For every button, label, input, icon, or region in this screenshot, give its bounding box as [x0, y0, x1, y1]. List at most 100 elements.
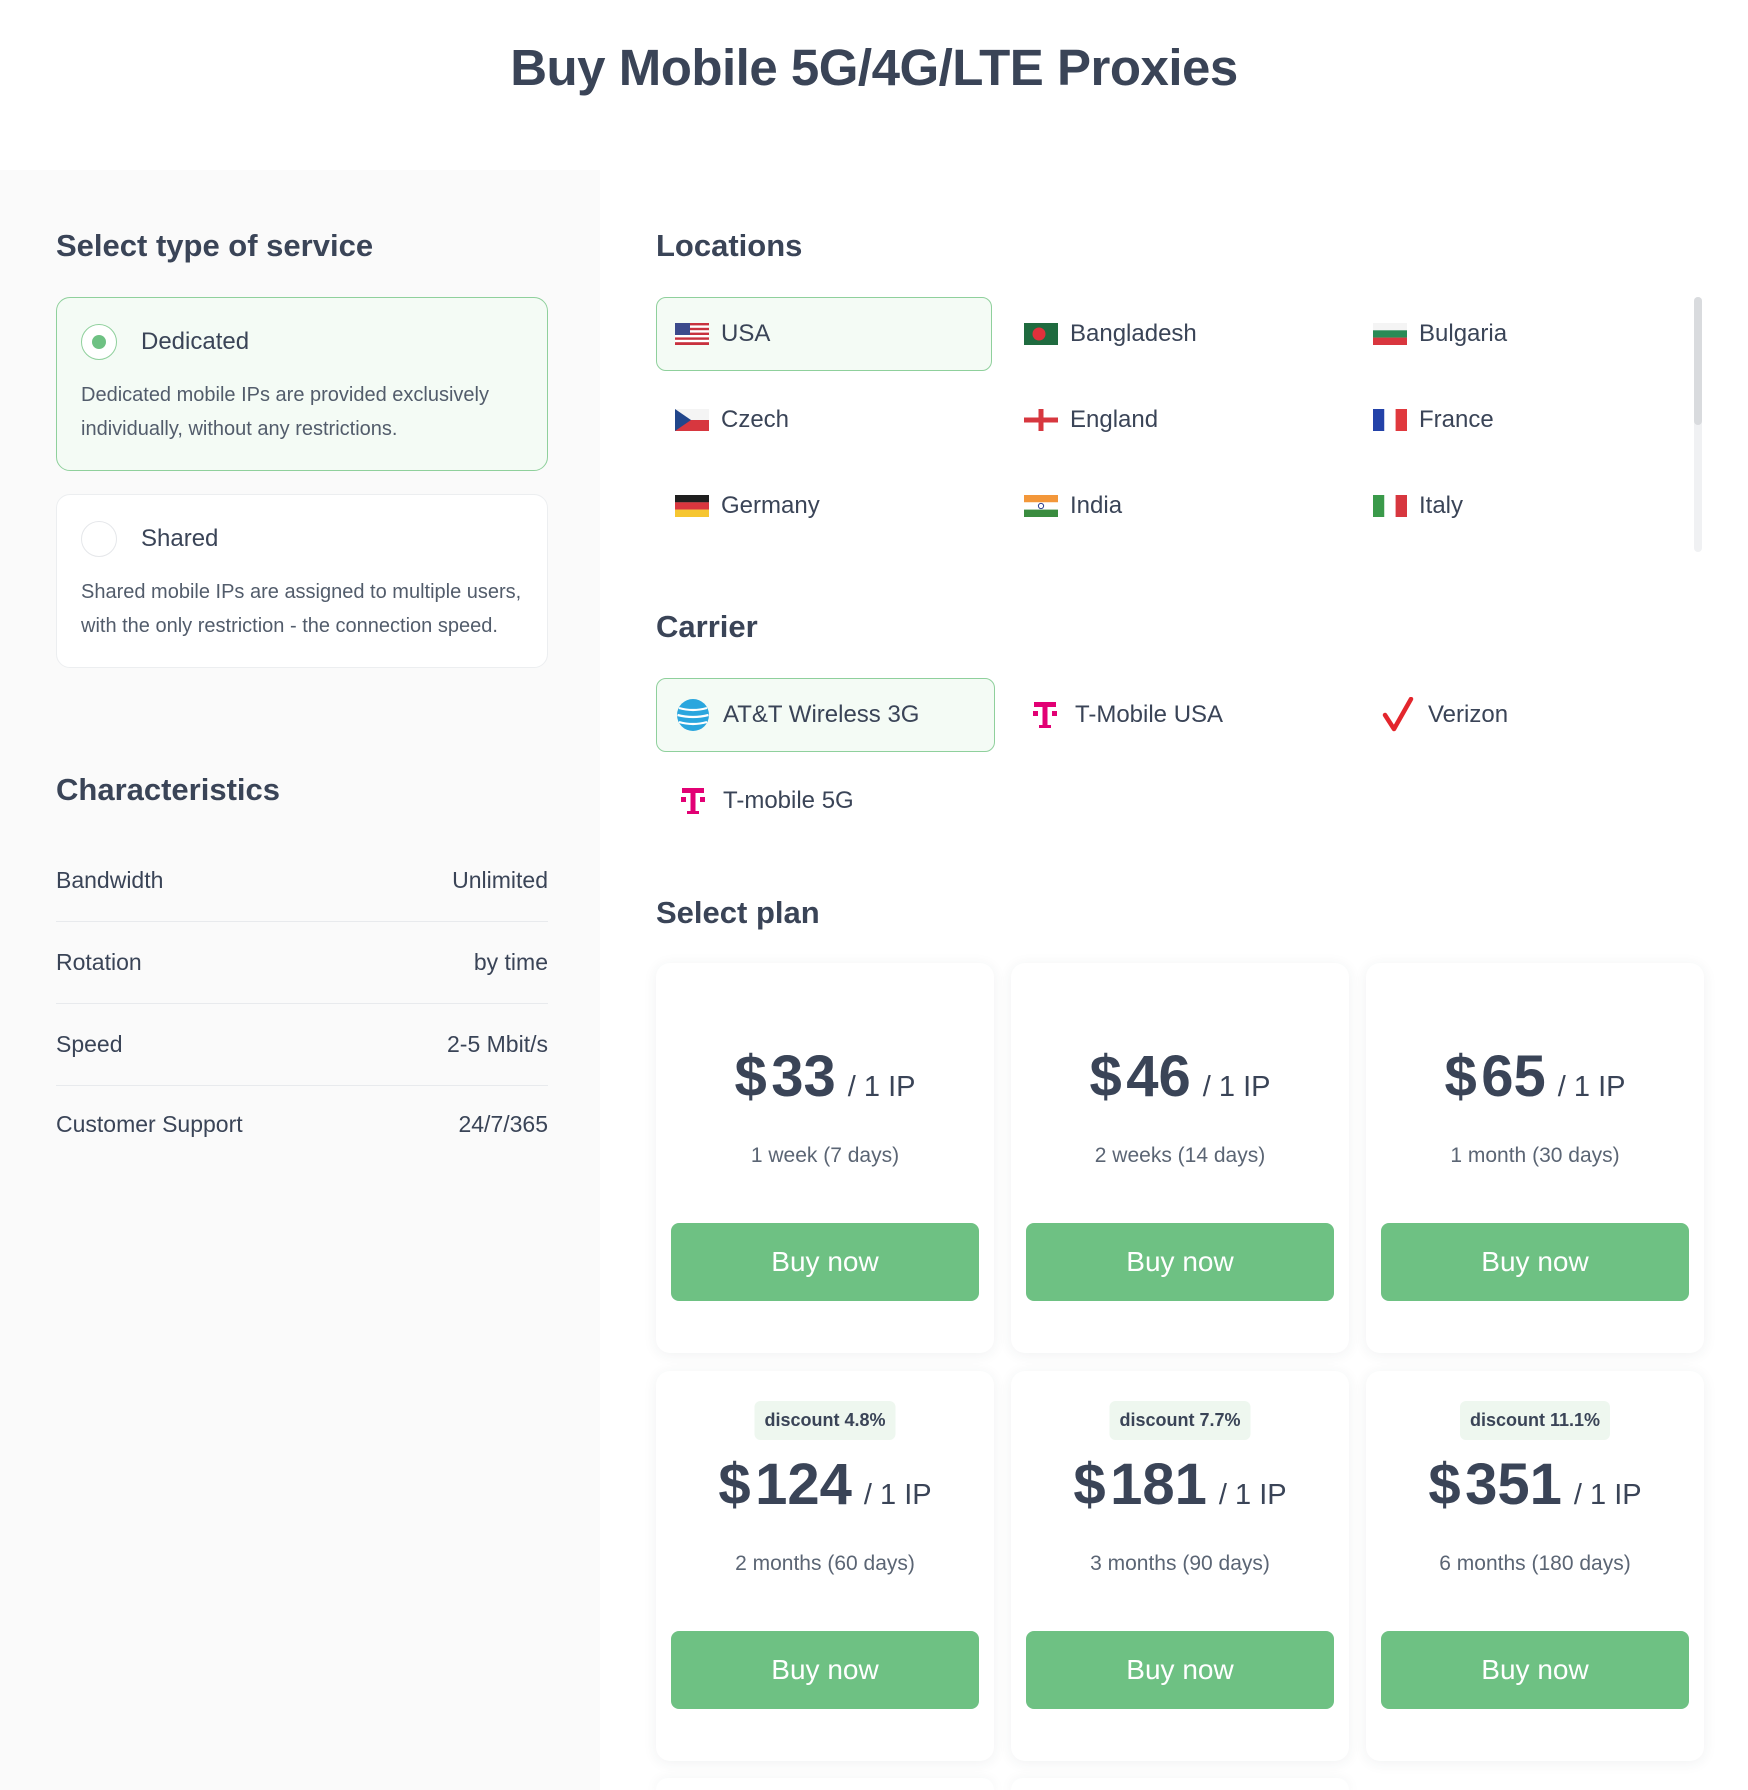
carrier-option-att[interactable]: AT&T Wireless 3G	[656, 678, 995, 752]
location-option-italy[interactable]: Italy	[1354, 469, 1674, 543]
price-amount: 181	[1110, 1452, 1207, 1517]
us-flag-icon	[675, 323, 709, 345]
price-currency: $	[1073, 1452, 1106, 1517]
location-option-india[interactable]: India	[1005, 469, 1341, 543]
plan-card-2-weeks: $ 46 / 1 IP 2 weeks (14 days) Buy now	[1011, 963, 1349, 1353]
service-section-title: Select type of service	[56, 228, 374, 263]
price-currency: $	[1444, 1044, 1477, 1109]
price-currency: $	[1428, 1452, 1461, 1517]
buy-now-button[interactable]: Buy now	[671, 1631, 979, 1709]
page-title: Buy Mobile 5G/4G/LTE Proxies	[510, 39, 1238, 96]
radio-unselected-icon[interactable]	[81, 521, 117, 557]
characteristic-label: Rotation	[56, 949, 142, 975]
england-flag-icon	[1024, 409, 1058, 431]
price-amount: 65	[1481, 1044, 1546, 1109]
carrier-option-tmobile-5g[interactable]: T-mobile 5G	[656, 764, 995, 838]
service-option-description: Shared mobile IPs are assigned to multip…	[81, 581, 522, 637]
germany-flag-icon	[675, 495, 709, 517]
plan-card-partial	[1011, 1778, 1349, 1790]
location-option-bulgaria[interactable]: Bulgaria	[1354, 297, 1674, 371]
t-mobile-icon	[1027, 697, 1063, 733]
location-option-bangladesh[interactable]: Bangladesh	[1005, 297, 1341, 371]
location-name: Bulgaria	[1419, 320, 1508, 347]
discount-badge: discount 11.1%	[1459, 1401, 1611, 1440]
characteristic-value: 24/7/365	[458, 1110, 548, 1137]
plan-price: $ 181 / 1 IP	[1011, 1451, 1349, 1518]
plan-card-1-week: $ 33 / 1 IP 1 week (7 days) Buy now	[656, 963, 994, 1353]
france-flag-icon	[1373, 409, 1407, 431]
plans-title: Select plan	[656, 895, 820, 930]
plan-price: $ 65 / 1 IP	[1366, 1043, 1704, 1110]
discount-badge: discount 7.7%	[1109, 1401, 1251, 1440]
czech-flag-icon	[675, 409, 709, 431]
buy-now-button[interactable]: Buy now	[1026, 1223, 1334, 1301]
locations-scrollbar[interactable]	[1694, 297, 1702, 552]
carrier-name: AT&T Wireless 3G	[723, 701, 920, 728]
carrier-name: T-mobile 5G	[723, 787, 854, 814]
characteristic-label: Speed	[56, 1031, 123, 1057]
plan-price: $ 351 / 1 IP	[1366, 1451, 1704, 1518]
location-name: England	[1070, 406, 1159, 433]
plan-card-1-month: $ 65 / 1 IP 1 month (30 days) Buy now	[1366, 963, 1704, 1353]
characteristic-row-rotation: Rotation by time	[56, 922, 548, 1004]
buy-now-button[interactable]: Buy now	[1381, 1631, 1689, 1709]
characteristic-row-support: Customer Support 24/7/365	[56, 1083, 548, 1165]
price-currency: $	[734, 1044, 767, 1109]
location-name: India	[1070, 492, 1123, 519]
price-amount: 351	[1465, 1452, 1562, 1517]
carrier-option-verizon[interactable]: Verizon	[1361, 678, 1677, 752]
carrier-option-tmobile-usa[interactable]: T-Mobile USA	[1008, 678, 1347, 752]
location-name: Italy	[1419, 492, 1464, 519]
location-option-england[interactable]: England	[1005, 383, 1341, 457]
plan-price: $ 124 / 1 IP	[656, 1451, 994, 1518]
characteristic-value: Unlimited	[452, 867, 548, 893]
plan-card-3-months: discount 7.7% $ 181 / 1 IP 3 months (90 d…	[1011, 1371, 1349, 1761]
buy-now-button[interactable]: Buy now	[1381, 1223, 1689, 1301]
price-currency: $	[1089, 1044, 1122, 1109]
location-name: Czech	[721, 406, 790, 433]
radio-selected-icon[interactable]	[81, 324, 117, 360]
service-option-dedicated[interactable]: Dedicated Dedicated mobile IPs are provi…	[56, 297, 548, 471]
service-option-name: Shared	[141, 525, 219, 552]
location-name: Germany	[721, 492, 820, 519]
locations-title: Locations	[656, 228, 803, 263]
price-unit: / 1 IP	[1573, 1479, 1642, 1511]
location-option-usa[interactable]: USA	[656, 297, 992, 371]
plan-price: $ 46 / 1 IP	[1011, 1043, 1349, 1110]
service-option-shared[interactable]: Shared Shared mobile IPs are assigned to…	[56, 494, 548, 668]
service-option-description: Dedicated mobile IPs are provided exclus…	[81, 384, 489, 440]
price-unit: / 1 IP	[847, 1071, 916, 1103]
bangladesh-flag-icon	[1024, 323, 1058, 345]
plan-period: 3 months (90 days)	[1090, 1552, 1270, 1575]
plan-card-6-months: discount 11.1% $ 351 / 1 IP 6 months (180…	[1366, 1371, 1704, 1761]
plan-period: 2 months (60 days)	[735, 1552, 915, 1575]
plan-period: 1 month (30 days)	[1450, 1144, 1620, 1167]
characteristic-label: Bandwidth	[56, 867, 164, 893]
characteristic-row-bandwidth: Bandwidth Unlimited	[56, 840, 548, 922]
price-amount: 46	[1126, 1044, 1191, 1109]
buy-now-button[interactable]: Buy now	[1026, 1631, 1334, 1709]
plan-price: $ 33 / 1 IP	[656, 1043, 994, 1110]
characteristic-value: by time	[473, 949, 548, 975]
price-currency: $	[718, 1452, 751, 1517]
location-option-france[interactable]: France	[1354, 383, 1674, 457]
characteristic-label: Customer Support	[56, 1110, 243, 1137]
buy-now-button[interactable]: Buy now	[671, 1223, 979, 1301]
carrier-title: Carrier	[656, 609, 758, 644]
italy-flag-icon	[1373, 495, 1407, 517]
service-option-name: Dedicated	[141, 328, 250, 355]
price-amount: 124	[755, 1452, 852, 1517]
location-option-germany[interactable]: Germany	[656, 469, 992, 543]
plan-card-2-months: discount 4.8% $ 124 / 1 IP 2 months (60 d…	[656, 1371, 994, 1761]
att-globe-icon	[675, 697, 711, 733]
characteristics-title: Characteristics	[56, 772, 281, 807]
bulgaria-flag-icon	[1373, 323, 1407, 345]
india-flag-icon	[1024, 495, 1058, 517]
price-unit: / 1 IP	[1557, 1071, 1626, 1103]
location-option-czech[interactable]: Czech	[656, 383, 992, 457]
locations-scroll-thumb[interactable]	[1694, 297, 1702, 425]
price-amount: 33	[771, 1044, 836, 1109]
t-mobile-icon	[675, 783, 711, 819]
carrier-name: Verizon	[1428, 701, 1509, 728]
discount-badge: discount 4.8%	[754, 1401, 896, 1440]
